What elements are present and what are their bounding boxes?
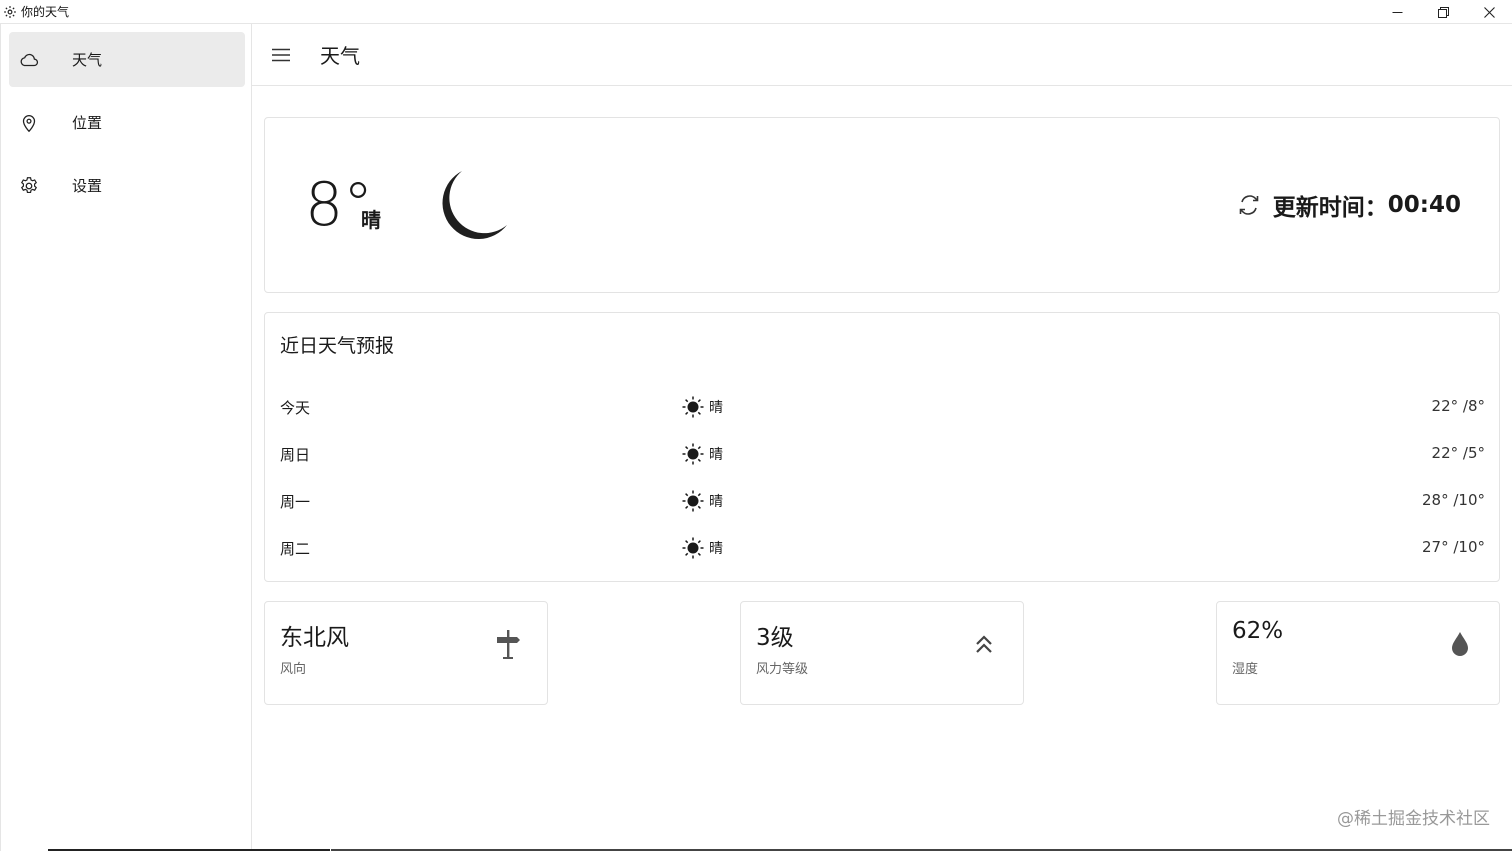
window-title: 你的天气 [21, 5, 70, 19]
sun-icon [682, 537, 704, 559]
watermark: @稀土掘金技术社区 [1337, 809, 1490, 829]
minimize-button[interactable] [1374, 0, 1420, 24]
current-condition: 晴 [361, 208, 381, 232]
moon-icon [442, 171, 507, 239]
sidebar-item-settings[interactable]: 设置 [9, 158, 245, 213]
restore-button[interactable] [1420, 0, 1466, 24]
close-button[interactable] [1466, 0, 1512, 24]
wind-direction-card: 东北风 风向 [264, 601, 548, 705]
current-weather-card: 8° 晴 更新时间： 00:40 [264, 117, 1500, 293]
forecast-condition: 晴 [709, 541, 723, 557]
forecast-temps: 22° /5° [1431, 444, 1485, 462]
forecast-condition-group: 晴 [681, 395, 723, 419]
sun-icon [682, 443, 704, 465]
forecast-day: 周一 [280, 493, 311, 511]
main-content: 天气 8° 晴 更新时间： 00:40 近日天气预报 今天 晴 22° /8° … [252, 24, 1512, 851]
sidebar-item-label: 设置 [72, 177, 103, 195]
forecast-row: 周二 晴 27° /10° [265, 528, 1501, 568]
forecast-condition-group: 晴 [681, 442, 723, 466]
forecast-temps: 28° /10° [1422, 491, 1485, 509]
restore-icon [1437, 6, 1449, 18]
forecast-row: 周日 晴 22° /5° [265, 434, 1501, 474]
signpost-icon [493, 626, 523, 662]
forecast-condition: 晴 [709, 494, 723, 510]
forecast-day: 周日 [280, 446, 311, 464]
cloud-icon [18, 49, 40, 71]
forecast-condition: 晴 [709, 400, 723, 416]
refresh-icon[interactable] [1235, 191, 1263, 219]
stat-value: 3级 [756, 625, 794, 651]
menu-toggle-button[interactable] [269, 43, 293, 67]
humidity-card: 62% 湿度 [1216, 601, 1500, 705]
sidebar-item-location[interactable]: 位置 [9, 95, 245, 150]
sidebar-item-weather[interactable]: 天气 [9, 32, 245, 87]
close-icon [1483, 6, 1495, 18]
window-controls [1374, 0, 1512, 24]
title-bar: 你的天气 [0, 0, 1512, 24]
header: 天气 [252, 24, 1512, 86]
water-drop-icon [1445, 626, 1475, 662]
page-title: 天气 [320, 44, 360, 68]
forecast-temps: 22° /8° [1431, 397, 1485, 415]
gear-icon [18, 175, 40, 197]
minimize-icon [1392, 11, 1402, 13]
stat-label: 风向 [280, 662, 307, 677]
sidebar: 天气 位置 设置 [0, 24, 252, 851]
gear-icon [4, 5, 16, 18]
forecast-condition-group: 晴 [681, 489, 723, 513]
update-info: 更新时间： 00:40 [1235, 188, 1461, 222]
sun-icon [682, 396, 704, 418]
hamburger-icon [272, 48, 290, 61]
sun-icon [682, 490, 704, 512]
forecast-card: 近日天气预报 今天 晴 22° /8° 周日 晴 22° /5° 周一 晴 28… [264, 312, 1500, 582]
update-time: 00:40 [1387, 192, 1461, 218]
sidebar-item-label: 位置 [72, 114, 103, 132]
forecast-day: 今天 [280, 399, 311, 417]
forecast-day: 周二 [280, 540, 311, 558]
stat-label: 湿度 [1232, 662, 1259, 677]
sidebar-item-label: 天气 [72, 51, 103, 69]
wind-level-card: 3级 风力等级 [740, 601, 1024, 705]
forecast-temps: 27° /10° [1422, 538, 1485, 556]
forecast-condition-group: 晴 [681, 536, 723, 560]
update-label: 更新时间： [1272, 195, 1388, 221]
stat-value: 62% [1232, 618, 1284, 644]
forecast-row: 周一 晴 28° /10° [265, 481, 1501, 521]
stat-label: 风力等级 [756, 662, 809, 677]
location-pin-icon [18, 112, 40, 134]
forecast-condition: 晴 [709, 447, 723, 463]
forecast-row: 今天 晴 22° /8° [265, 387, 1501, 427]
forecast-title: 近日天气预报 [280, 335, 395, 357]
stat-value: 东北风 [280, 625, 349, 651]
double-chevron-up-icon [969, 626, 999, 662]
